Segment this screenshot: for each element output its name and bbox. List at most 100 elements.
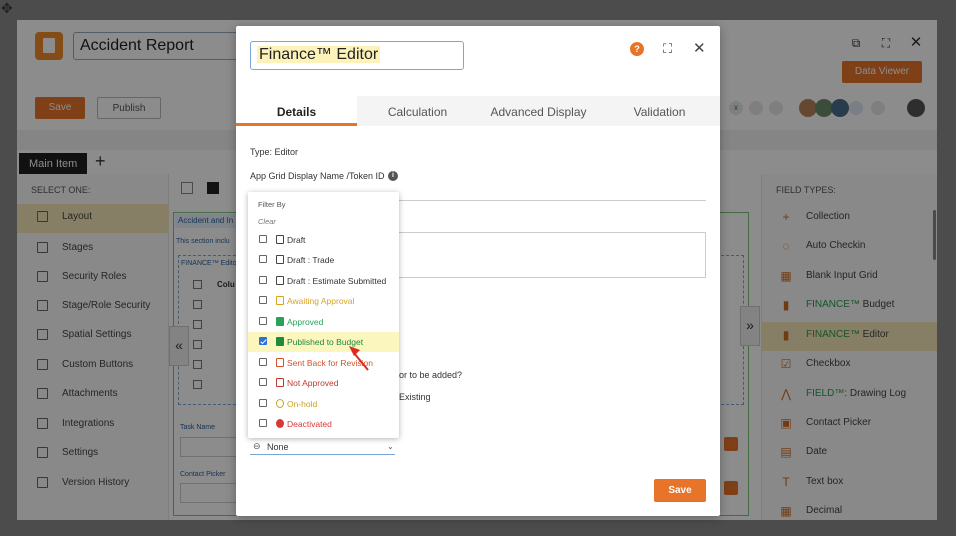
checkbox[interactable]	[259, 317, 267, 325]
field-type-label: Date	[806, 446, 828, 457]
copy-icon[interactable]	[749, 101, 763, 115]
hourglass-icon	[276, 296, 284, 305]
checkbox[interactable]	[193, 300, 202, 309]
filter-option-sent-back[interactable]: Sent Back for Revision	[248, 353, 399, 373]
field-type-label: Checkbox	[806, 358, 851, 369]
filter-option-published-to-budget[interactable]: Published to Budget	[248, 332, 399, 352]
field-type-finance-editor[interactable]: ▮ FINANCE™ Editor	[762, 322, 937, 351]
checkbox[interactable]	[259, 296, 267, 304]
fullscreen-icon[interactable]: ⛶	[663, 41, 672, 57]
grid-layout-icon[interactable]	[207, 182, 219, 194]
more-users-badge[interactable]	[849, 101, 863, 115]
checkbox[interactable]	[259, 378, 267, 386]
tab-bar: Details Calculation Advanced Display Val…	[236, 96, 720, 126]
grid-icon: ▦	[780, 269, 792, 283]
sidebar-item-integrations[interactable]: Integrations	[17, 411, 169, 440]
finance-editor-label: FINANCE™ Edito	[181, 260, 237, 267]
tab-validation[interactable]: Validation	[599, 96, 720, 126]
checkbox[interactable]	[193, 380, 202, 389]
checkbox-checked[interactable]	[259, 337, 267, 345]
sidebar-item-custom-buttons[interactable]: Custom Buttons	[17, 352, 169, 381]
sidebar-item-attachments[interactable]: Attachments	[17, 381, 169, 410]
display-name-label: App Grid Display Name /Token ID	[250, 171, 385, 181]
tab-calculation[interactable]: Calculation	[357, 96, 478, 126]
sidebar-item-label: Stage/Role Security	[62, 300, 151, 311]
published-doc-icon	[276, 337, 284, 346]
field-type-drawing-log[interactable]: ⋀ FIELD™: Drawing Log	[762, 381, 937, 410]
checkbox[interactable]	[259, 235, 267, 243]
sidebar-item-stage-role-security[interactable]: Stage/Role Security	[17, 293, 169, 322]
decimal-icon: ▦	[780, 504, 792, 518]
sidebar-item-layout[interactable]: Layout	[17, 204, 169, 233]
field-title-input[interactable]: Finance™ Editor	[250, 41, 464, 70]
filter-option-draft-trade[interactable]: Draft : Trade	[248, 250, 399, 270]
checkbox[interactable]	[259, 399, 267, 407]
fullscreen-icon[interactable]: ⛶	[879, 36, 893, 50]
avatar[interactable]	[831, 99, 849, 117]
sidebar-item-label: Custom Buttons	[62, 359, 134, 370]
info-icon[interactable]: i	[388, 171, 398, 181]
checkbox[interactable]	[259, 276, 267, 284]
checkbox[interactable]	[193, 280, 202, 289]
filter-option-deactivated[interactable]: Deactivated	[248, 414, 399, 434]
publish-button[interactable]: Publish	[97, 97, 161, 119]
field-type-contact-picker[interactable]: ▣ Contact Picker	[762, 410, 937, 439]
filter-option-awaiting-approval[interactable]: Awaiting Approval	[248, 291, 399, 311]
filter-option-on-hold[interactable]: On-hold	[248, 394, 399, 414]
checkbox[interactable]	[193, 340, 202, 349]
field-type-collection[interactable]: + Collection	[762, 204, 937, 233]
tab-advanced-display[interactable]: Advanced Display	[478, 96, 599, 126]
field-type-finance-budget[interactable]: ▮ FINANCE™ Budget	[762, 292, 937, 321]
filter-option-draft[interactable]: Draft	[248, 230, 399, 250]
field-type-brand: FINANCE™	[806, 329, 860, 340]
plus-icon: +	[782, 210, 790, 224]
sidebar-item-spatial-settings[interactable]: Spatial Settings	[17, 322, 169, 351]
custom-button-icon	[37, 359, 48, 370]
excel-icon[interactable]: x	[729, 101, 743, 115]
data-viewer-button[interactable]: Data Viewer	[842, 61, 922, 83]
sidebar-item-stages[interactable]: Stages	[17, 235, 169, 264]
map-settings-icon	[37, 329, 48, 340]
trash-icon[interactable]	[181, 182, 193, 194]
field-type-text-box[interactable]: T Text box	[762, 469, 937, 498]
contact-picker-input[interactable]	[180, 483, 240, 503]
filter-option-draft-estimate[interactable]: Draft : Estimate Submitted	[248, 271, 399, 291]
save-button[interactable]: Save	[35, 97, 85, 119]
checkbox[interactable]	[259, 419, 267, 427]
expand-right-button[interactable]: »	[740, 306, 760, 346]
chat-icon[interactable]	[871, 101, 885, 115]
draft-icon	[276, 235, 284, 244]
filter-option-not-approved[interactable]: Not Approved	[248, 373, 399, 393]
task-name-input[interactable]	[180, 437, 240, 457]
field-type-date[interactable]: ▤ Date	[762, 439, 937, 468]
filter-option-label: Draft : Trade	[287, 255, 335, 265]
main-item-tab[interactable]: Main Item	[19, 153, 87, 174]
status-filter-select[interactable]: ⊖ None ⌄	[250, 440, 395, 455]
checkbox[interactable]	[193, 360, 202, 369]
collapse-left-button[interactable]: «	[169, 326, 189, 366]
sidebar-item-security-roles[interactable]: Security Roles	[17, 264, 169, 293]
field-type-auto-checkin[interactable]: ◌ Auto Checkin	[762, 233, 937, 262]
field-type-blank-input-grid[interactable]: ▦ Blank Input Grid	[762, 263, 937, 292]
profile-avatar[interactable]	[907, 99, 925, 117]
checkbox[interactable]	[259, 255, 267, 263]
close-icon[interactable]: ✕	[693, 39, 706, 57]
modal-save-button[interactable]: Save	[654, 479, 706, 502]
sidebar-item-settings[interactable]: Settings	[17, 440, 169, 469]
field-type-checkbox[interactable]: ☑ Checkbox	[762, 351, 937, 380]
close-icon[interactable]: ✕	[909, 35, 923, 50]
checkbox[interactable]	[193, 320, 202, 329]
open-external-icon[interactable]: ⧉	[849, 36, 863, 50]
link-icon[interactable]	[769, 101, 783, 115]
checkbox[interactable]	[259, 358, 267, 366]
field-type-decimal[interactable]: ▦ Decimal	[762, 498, 937, 520]
clear-link[interactable]: Clear	[258, 217, 276, 226]
filter-option-approved[interactable]: Approved	[248, 312, 399, 332]
move-cursor-icon: ✥	[1, 1, 13, 17]
field-type-text: Type: Editor	[250, 147, 299, 157]
sidebar-item-version-history[interactable]: Version History	[17, 470, 169, 499]
help-icon[interactable]: ?	[630, 42, 644, 56]
tab-details[interactable]: Details	[236, 96, 357, 126]
add-tab-icon[interactable]: +	[95, 151, 106, 172]
scrollbar[interactable]	[933, 210, 936, 260]
